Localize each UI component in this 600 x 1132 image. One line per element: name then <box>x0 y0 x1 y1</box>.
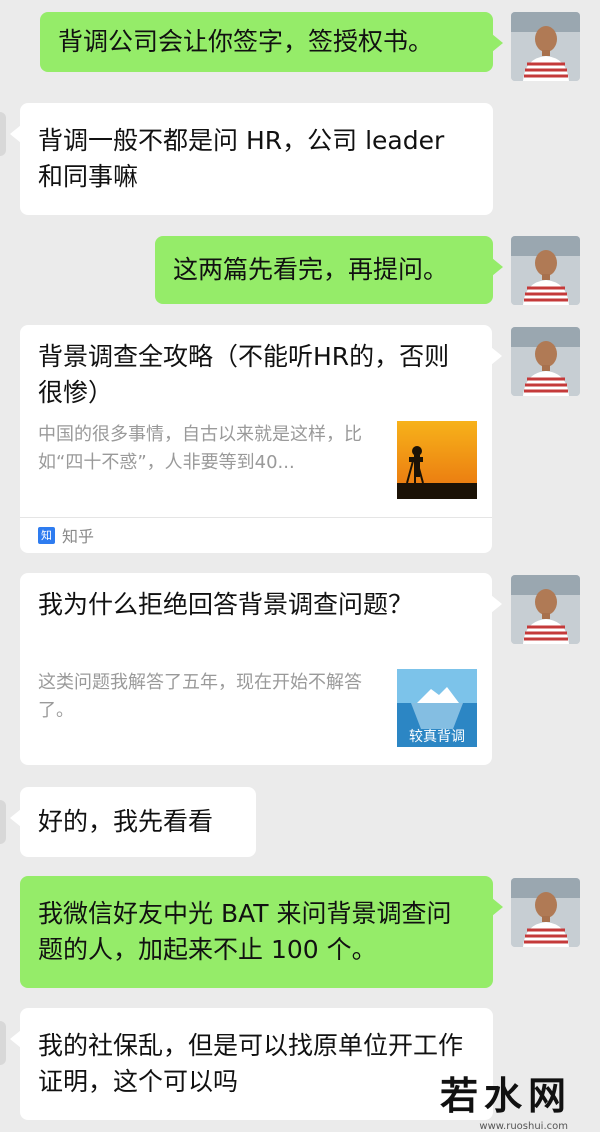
link-card[interactable]: 我为什么拒绝回答背景调查问题？ 这类问题我解答了五年，现在开始不解答了。 较真背… <box>20 573 502 765</box>
message-text: 好的，我先看看 <box>38 807 214 836</box>
avatar-image <box>511 327 580 396</box>
message-row: 好的，我先看看 <box>0 787 600 862</box>
avatar-image <box>511 236 580 305</box>
link-card-footer: 知 知乎 <box>20 517 492 554</box>
avatar[interactable] <box>511 575 580 644</box>
message-row: 我为什么拒绝回答背景调查问题？ 这类问题我解答了五年，现在开始不解答了。 较真背… <box>0 573 600 768</box>
avatar[interactable] <box>511 236 580 305</box>
link-card-source: 知乎 <box>62 527 95 546</box>
avatar[interactable] <box>511 878 580 947</box>
iceberg-image: 较真背调 <box>397 669 477 747</box>
link-card-description: 这类问题我解答了五年，现在开始不解答了。 <box>38 672 362 721</box>
message-row: 背调公司会让你签字，签授权书。 <box>0 10 600 85</box>
link-card-thumbnail: 较真背调 <box>397 669 477 747</box>
link-card-title: 背景调查全攻略（不能听HR的，否则很惨） <box>38 342 450 407</box>
link-card-description: 中国的很多事情，自古以来就是这样，比如“四十不惑”，人非要等到40... <box>38 424 362 473</box>
message-bubble[interactable]: 我的社保乱，但是可以找原单位开工作证明，这个可以吗 <box>10 1008 493 1120</box>
watermark-url: www.ruoshui.com <box>479 1121 568 1132</box>
message-text: 这两篇先看完，再提问。 <box>173 255 449 284</box>
avatar-image <box>511 12 580 81</box>
message-text: 我微信好友中光 BAT 来问背景调查问题的人，加起来不止 100 个。 <box>38 899 452 964</box>
message-text: 我的社保乱，但是可以找原单位开工作证明，这个可以吗 <box>38 1031 464 1096</box>
message-bubble[interactable]: 我微信好友中光 BAT 来问背景调查问题的人，加起来不止 100 个。 <box>20 876 503 988</box>
link-card-thumbnail <box>397 421 477 499</box>
message-text: 背调一般不都是问 HR，公司 leader 和同事嘛 <box>38 126 445 191</box>
message-row: 背调一般不都是问 HR，公司 leader 和同事嘛 <box>0 103 600 218</box>
message-bubble[interactable]: 好的，我先看看 <box>10 787 256 857</box>
watermark-logo: 若水网 <box>439 1073 572 1118</box>
avatar[interactable] <box>511 327 580 396</box>
message-bubble[interactable]: 这两篇先看完，再提问。 <box>155 236 503 304</box>
message-bubble[interactable]: 背调一般不都是问 HR，公司 leader 和同事嘛 <box>10 103 493 215</box>
message-row: 这两篇先看完，再提问。 <box>0 234 600 309</box>
message-text: 背调公司会让你签字，签授权书。 <box>58 27 434 56</box>
message-row: 我微信好友中光 BAT 来问背景调查问题的人，加起来不止 100 个。 <box>0 876 600 991</box>
zhihu-icon: 知 <box>38 527 55 544</box>
link-card-title: 我为什么拒绝回答背景调查问题？ <box>38 590 414 619</box>
message-row: 背景调查全攻略（不能听HR的，否则很惨） 中国的很多事情，自古以来就是这样，比如… <box>0 325 600 555</box>
link-card[interactable]: 背景调查全攻略（不能听HR的，否则很惨） 中国的很多事情，自古以来就是这样，比如… <box>20 325 502 554</box>
thumbnail-caption: 较真背调 <box>409 729 465 745</box>
sunset-tripod-image <box>397 421 477 499</box>
avatar[interactable] <box>511 12 580 81</box>
message-bubble[interactable]: 背调公司会让你签字，签授权书。 <box>40 12 503 72</box>
avatar-image <box>511 878 580 947</box>
avatar-image <box>511 575 580 644</box>
